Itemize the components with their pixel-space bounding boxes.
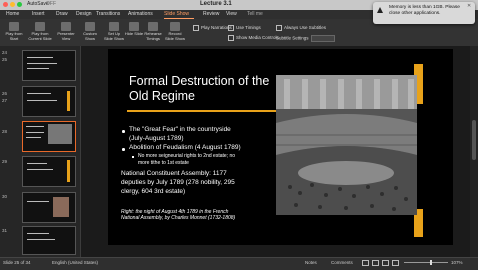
custom-show-icon bbox=[85, 22, 95, 31]
slide-number: 29 bbox=[2, 159, 8, 164]
scrollbar-thumb[interactable] bbox=[472, 120, 476, 160]
engraving-image bbox=[276, 75, 417, 215]
slide-number: 26 bbox=[2, 91, 8, 96]
autosave-state[interactable]: OFF bbox=[46, 1, 56, 7]
comments-button[interactable]: Comments bbox=[331, 260, 353, 265]
notification-message: Memory is less than 1GB. Please close ot… bbox=[389, 5, 460, 16]
bullet-abolition[interactable]: Abolition of Feudalism (4 August 1789) bbox=[129, 144, 241, 151]
sub-bullet-icon bbox=[132, 156, 134, 158]
checkbox-icon bbox=[228, 25, 234, 31]
normal-view-icon[interactable] bbox=[362, 260, 369, 266]
slide-thumbnail[interactable] bbox=[22, 156, 76, 187]
tab-view[interactable]: View bbox=[226, 11, 237, 17]
minimize-window-button[interactable] bbox=[10, 2, 15, 7]
notes-button[interactable]: Notes bbox=[305, 260, 317, 265]
title-underline bbox=[127, 110, 288, 112]
hide-slide-button[interactable]: Hide Slide bbox=[124, 22, 144, 44]
reading-view-icon[interactable] bbox=[382, 260, 389, 266]
tab-animations[interactable]: Animations bbox=[128, 11, 153, 17]
slide-show-view-icon[interactable] bbox=[392, 260, 399, 266]
assembly-line-3[interactable]: clergy, 604 3rd estate) bbox=[121, 188, 185, 195]
tab-transitions[interactable]: Transitions bbox=[96, 11, 120, 17]
setup-icon bbox=[109, 22, 119, 31]
national-assembly-engraving[interactable] bbox=[276, 75, 417, 215]
zoom-slider-handle[interactable] bbox=[430, 260, 432, 265]
set-up-slide-show-button[interactable]: Set Up Slide Show bbox=[104, 22, 124, 44]
slide-number: 30 bbox=[2, 194, 8, 199]
image-caption-line-2[interactable]: National Assembly, by Charles Monnet (17… bbox=[121, 215, 235, 221]
presenter-icon bbox=[61, 22, 71, 31]
checkbox-icon bbox=[276, 25, 282, 31]
zoom-window-button[interactable] bbox=[17, 2, 22, 7]
custom-show-button[interactable]: Custom Show bbox=[80, 22, 100, 44]
slide-thumbnail[interactable] bbox=[22, 86, 76, 117]
subtitle-settings-dropdown[interactable]: Subtitle Settings bbox=[276, 35, 335, 42]
checkbox-icon bbox=[228, 35, 234, 41]
close-icon[interactable]: ✕ bbox=[467, 3, 471, 9]
slide-thumbnail[interactable] bbox=[22, 50, 76, 81]
checkbox-icon bbox=[193, 25, 199, 31]
tab-design[interactable]: Design bbox=[76, 11, 92, 17]
slide-sorter-icon[interactable] bbox=[372, 260, 379, 266]
slide-canvas[interactable]: Formal Destruction of the Old Regime The… bbox=[108, 49, 453, 245]
tab-review[interactable]: Review bbox=[203, 11, 219, 17]
assembly-line-1[interactable]: National Constituent Assembly: 1177 bbox=[121, 170, 227, 177]
tab-insert[interactable]: Insert bbox=[32, 11, 45, 17]
play-narrations-checkbox[interactable]: Play Narrations bbox=[193, 25, 232, 31]
record-slide-show-button[interactable]: Record Slide Show bbox=[164, 22, 186, 44]
warning-icon bbox=[377, 7, 383, 13]
slide-title[interactable]: Formal Destruction of the Old Regime bbox=[129, 74, 279, 104]
presenter-view-button[interactable]: Presenter View bbox=[56, 22, 76, 44]
chevron-down-icon bbox=[310, 35, 335, 42]
slide-thumbnail[interactable] bbox=[22, 192, 76, 223]
slide-thumbnail-active[interactable] bbox=[22, 121, 76, 152]
slide-number: 31 bbox=[2, 228, 8, 233]
play-icon bbox=[35, 22, 45, 31]
slide-number: 24 bbox=[2, 50, 8, 55]
slide-number: 28 bbox=[2, 129, 8, 134]
always-use-subtitles-checkbox[interactable]: Always Use Subtitles bbox=[276, 25, 326, 31]
bullet-great-fear-date[interactable]: (July-August 1789) bbox=[129, 135, 184, 142]
stopwatch-icon bbox=[148, 22, 158, 31]
tab-draw[interactable]: Draw bbox=[56, 11, 68, 17]
sub-bullet-seigneurial[interactable]: No more seigneurial rights to 2nd estate… bbox=[138, 153, 235, 159]
play-from-start-button[interactable]: Play from Start bbox=[4, 22, 24, 44]
close-window-button[interactable] bbox=[3, 2, 8, 7]
play-from-current-button[interactable]: Play from Current Slide bbox=[27, 22, 53, 44]
zoom-level[interactable]: 107% bbox=[451, 260, 463, 265]
language-status[interactable]: English (United States) bbox=[52, 260, 98, 265]
play-icon bbox=[9, 22, 19, 31]
rehearse-timings-button[interactable]: Rehearse Timings bbox=[142, 22, 164, 44]
use-timings-checkbox[interactable]: Use Timings bbox=[228, 25, 261, 31]
sub-bullet-tithe[interactable]: more tithe to 1st estate bbox=[138, 160, 189, 166]
tab-home[interactable]: Home bbox=[6, 11, 19, 17]
hide-slide-icon bbox=[129, 22, 139, 31]
tell-me-search[interactable]: Tell me bbox=[247, 11, 263, 17]
assembly-line-2[interactable]: deputies by July 1789 (278 nobility, 295 bbox=[121, 179, 235, 186]
record-icon bbox=[170, 22, 180, 31]
slide-number: 25 bbox=[2, 57, 8, 62]
bullet-icon bbox=[122, 148, 125, 151]
bullet-great-fear[interactable]: The "Great Fear" in the countryside bbox=[129, 126, 231, 133]
tab-slide-show[interactable]: Slide Show bbox=[164, 11, 189, 17]
slide-position: Slide 25 of 34 bbox=[3, 260, 31, 265]
window-title: Lecture 3.1 bbox=[200, 1, 232, 7]
slide-number: 27 bbox=[2, 98, 8, 103]
show-media-controls-checkbox[interactable]: Show Media Controls bbox=[228, 35, 279, 41]
zoom-slider[interactable] bbox=[404, 262, 448, 263]
slide-thumbnail[interactable] bbox=[22, 226, 76, 255]
bullet-icon bbox=[122, 130, 125, 133]
